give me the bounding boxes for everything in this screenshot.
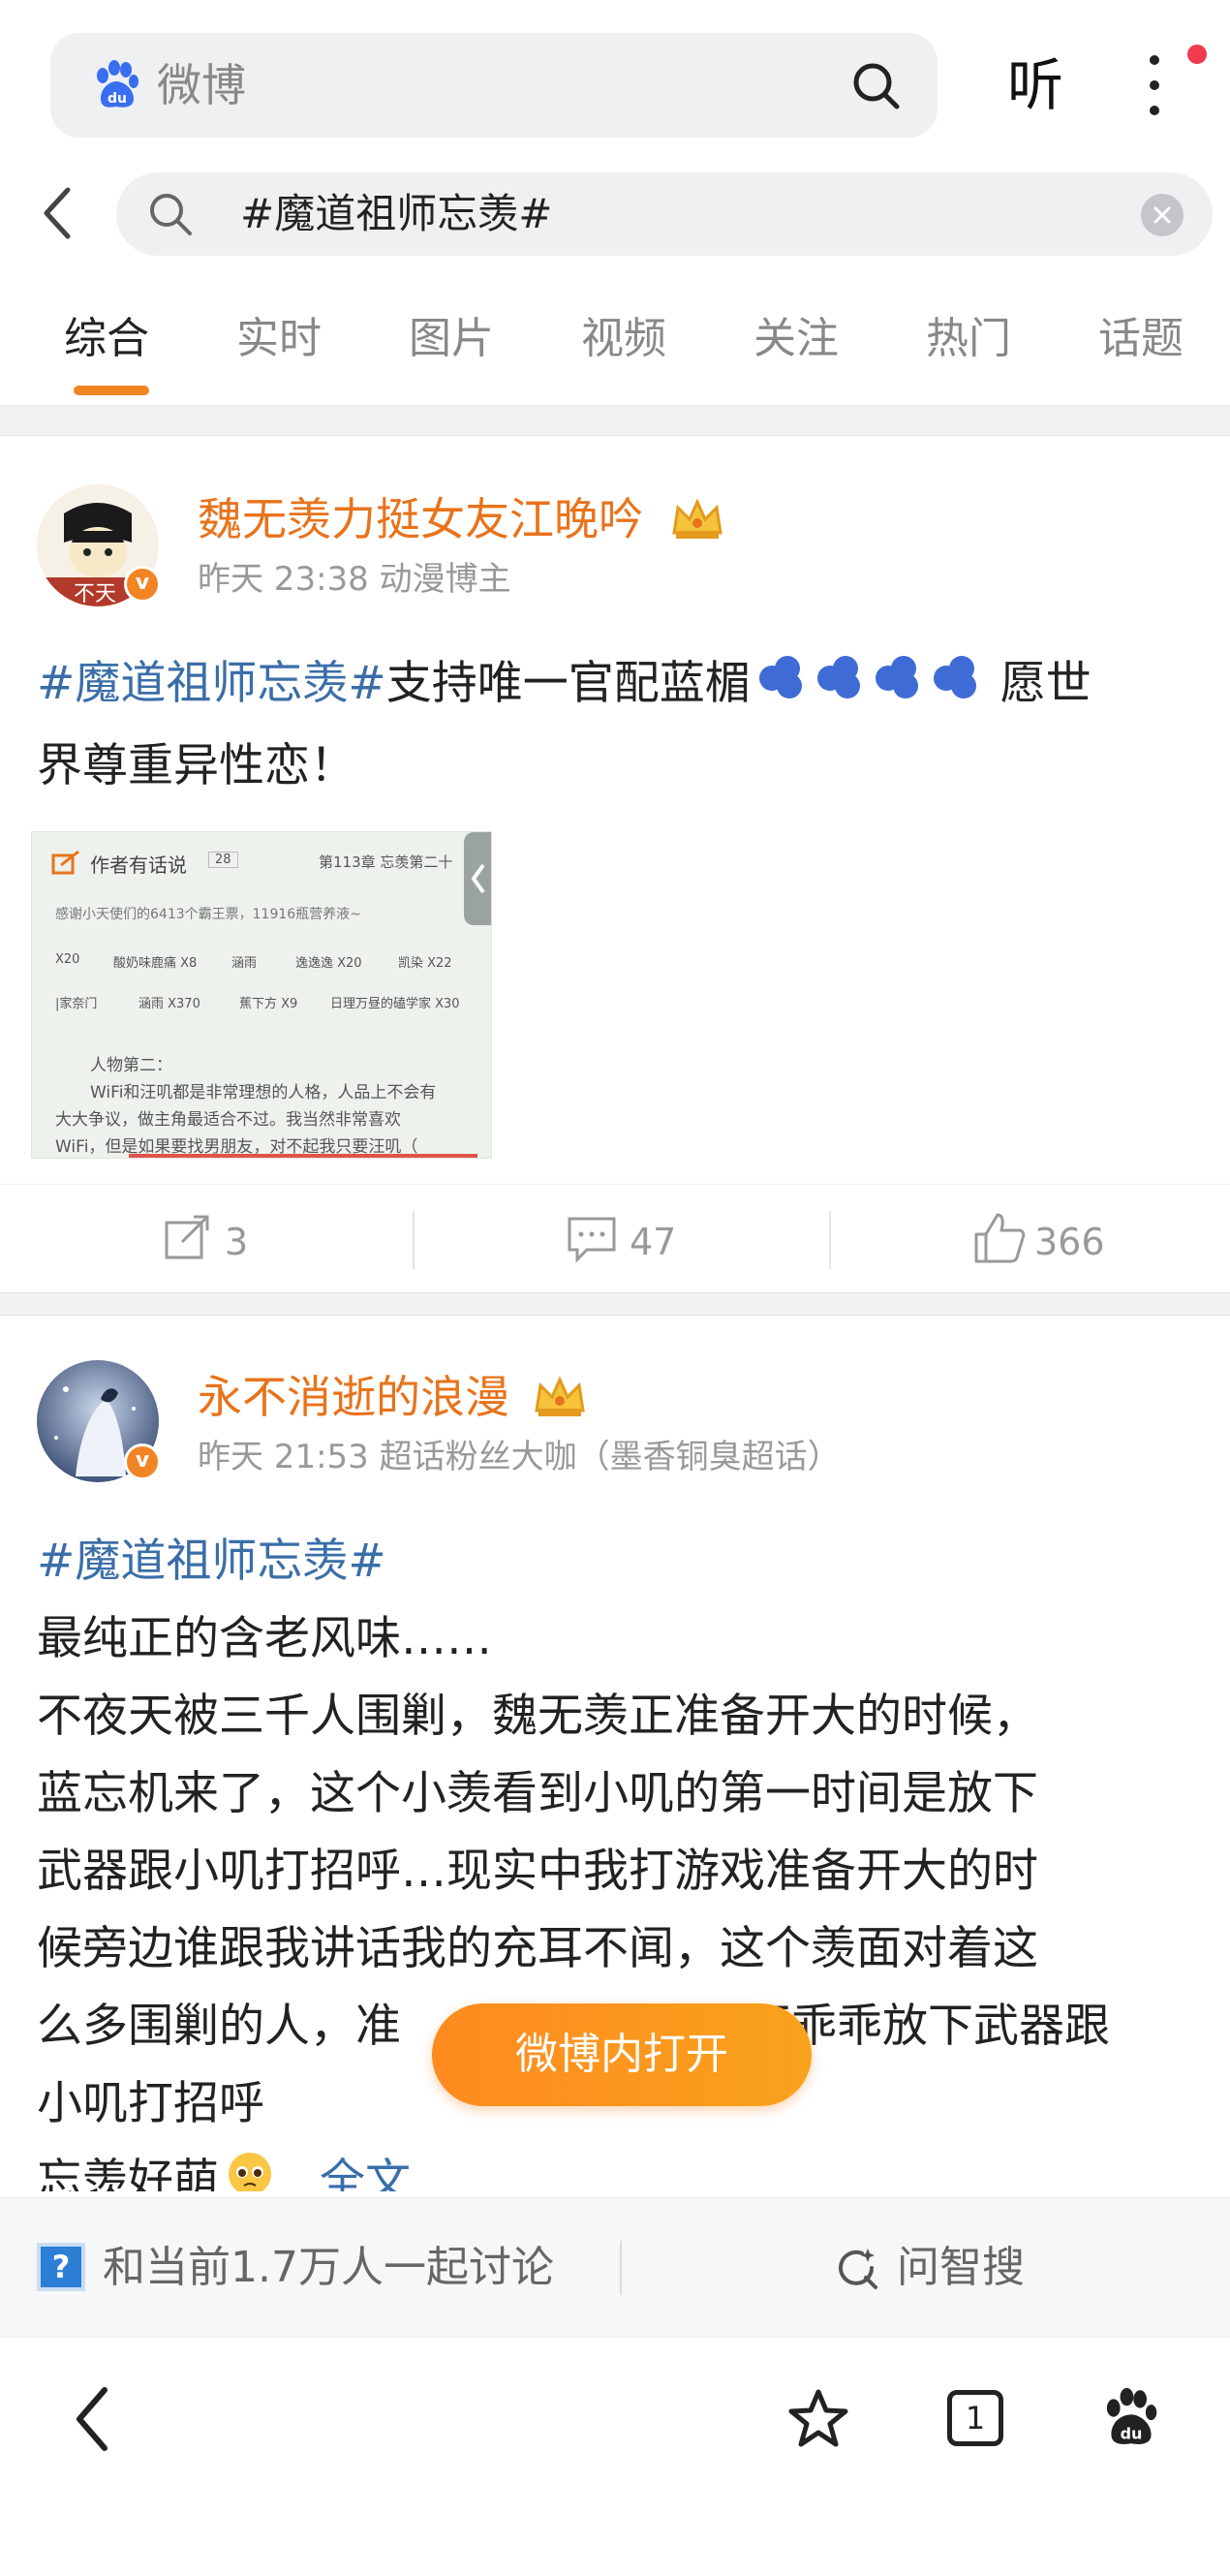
thumb-line1: 感谢小天使们的6413个霸王票，11916瓶营养液~ — [55, 907, 361, 922]
verified-badge-icon: v — [124, 566, 161, 603]
tab-realtime[interactable]: 实时 — [236, 310, 322, 368]
author-note-icon — [51, 850, 79, 875]
post-image-thumbnail[interactable]: 作者有话说 28 第113章 忘羡第二十 感谢小天使们的6413个霸王票，119… — [31, 831, 492, 1159]
full-text-link[interactable]: 全文 — [320, 2155, 411, 2191]
post-author-tag: 超话粉丝大咖（墨香铜臭超话） — [379, 1438, 841, 1476]
post-username[interactable]: 魏无羡力挺女友江晚吟 — [198, 490, 643, 548]
post-meta: 昨天 21:53 超话粉丝大咖（墨香铜臭超话） — [198, 1434, 841, 1480]
thumb-p3: 大大争议，做主角最适合不过。我当然非常喜欢 — [55, 1110, 401, 1130]
notification-dot — [1187, 45, 1207, 64]
blueberry-emoji-icons — [754, 645, 997, 728]
thumb-side-tab — [464, 832, 491, 925]
thumb-header: 作者有话说 — [90, 853, 187, 877]
action-bar-divider — [0, 1184, 1230, 1185]
topic-search-input[interactable]: #魔道祖师忘羡# — [116, 172, 1213, 256]
post-time: 昨天 23:38 — [198, 560, 369, 599]
svg-text:du: du — [108, 91, 127, 107]
post-body-line: 最纯正的含老风味…… — [37, 1612, 492, 1665]
tab-comprehensive[interactable]: 综合 — [64, 310, 149, 368]
bookmark-star-icon[interactable] — [786, 2388, 850, 2450]
thumb-row1-4: 凯染 X22 — [398, 956, 452, 971]
clear-search-button[interactable] — [1141, 194, 1184, 236]
smart-search-icon[interactable] — [833, 2245, 879, 2291]
search-icon[interactable] — [848, 58, 903, 112]
like-icon[interactable] — [972, 1211, 1027, 1265]
browser-search-placeholder: 微博 — [157, 59, 246, 111]
thumb-p1: 人物第二： — [90, 1056, 172, 1075]
post-body-line2: 界尊重异性恋！ — [37, 739, 355, 792]
post-body-line: 么多围剿的人，准 — [37, 2000, 401, 2053]
post-body-last-line: 忘羡好萌 — [37, 2155, 219, 2191]
discussion-bar: ? 和当前1.7万人一起讨论 问智搜 — [0, 2197, 1230, 2337]
back-icon[interactable] — [72, 2384, 114, 2454]
post-body: #魔道祖师忘羡#支持唯一官配蓝楣 愿世 界尊重异性恋！ — [37, 645, 1199, 805]
thumb-row2-1: 涵雨 X370 — [138, 997, 200, 1011]
svg-text:不天: 不天 — [74, 582, 116, 606]
active-tab-indicator — [74, 386, 149, 395]
post-body-line: 蓝忘机来了，这个小羡看到小叽的第一时间是放下 — [37, 1767, 1038, 1820]
tab-count-icon[interactable]: 1 — [947, 2390, 1003, 2446]
post-hashtag[interactable]: #魔道祖师忘羡# — [37, 1535, 386, 1588]
post-meta: 昨天 23:38 动漫博主 — [198, 556, 511, 603]
pleading-emoji-icon — [225, 2146, 275, 2191]
thumb-row1-3: 逸逸逸 X20 — [295, 956, 362, 971]
thumb-chapter: 第113章 忘羡第二十 — [319, 853, 453, 871]
post-body-line1: 支持唯一官配蓝楣 — [385, 657, 751, 710]
comment-count[interactable]: 47 — [630, 1217, 676, 1267]
browser-bottom-nav: 1 du — [0, 2337, 1230, 2576]
section-divider — [0, 405, 1230, 436]
action-separator — [413, 1211, 415, 1269]
chevron-left-icon — [471, 863, 485, 894]
thumb-header-badge: 28 — [208, 852, 238, 868]
browser-search-box[interactable]: du 微博 — [50, 33, 938, 138]
like-count[interactable]: 366 — [1034, 1217, 1105, 1267]
repost-icon[interactable] — [163, 1213, 213, 1263]
thumb-p2: WiFi和汪叽都是非常理想的人格，人品上不会有 — [90, 1083, 437, 1102]
post-body-line: 武器跟小叽打招呼…现实中我打游戏准备开大的时 — [37, 1845, 1038, 1898]
open-in-weibo-button[interactable]: 微博内打开 — [432, 2003, 812, 2106]
thumb-row2-0: |家奈门 — [55, 997, 98, 1011]
back-icon[interactable] — [39, 184, 77, 242]
baidu-paw-icon: du — [97, 60, 138, 108]
search-tabs: 综合 实时 图片 视频 关注 热门 话题 — [0, 291, 1230, 397]
action-separator — [829, 1211, 831, 1269]
ask-smart-search[interactable]: 问智搜 — [897, 2239, 1025, 2297]
tab-following[interactable]: 关注 — [753, 310, 839, 368]
repost-count[interactable]: 3 — [225, 1217, 248, 1267]
post-body-line: 小叽打招呼 — [37, 2077, 264, 2130]
thumb-row2-3: 日理万昼的磕学家 X30 — [330, 997, 460, 1011]
post-username[interactable]: 永不消逝的浪漫 — [198, 1368, 509, 1426]
browser-top-bar: du 微博 听 — [0, 0, 1230, 165]
tab-hot[interactable]: 热门 — [926, 310, 1011, 368]
thumb-row1-1: 酸奶味鹿痛 X8 — [113, 956, 198, 971]
thumb-underline — [129, 1154, 477, 1158]
post-body-line: 候旁边谁跟我讲话我的充耳不闻，这个羡面对着这 — [37, 1922, 1038, 1975]
post-time: 昨天 21:53 — [198, 1438, 369, 1476]
verified-badge-icon: v — [124, 1443, 161, 1480]
tab-images[interactable]: 图片 — [409, 310, 494, 368]
question-icon: ? — [37, 2243, 85, 2291]
post-hashtag[interactable]: #魔道祖师忘羡# — [37, 657, 386, 710]
baidu-home-icon[interactable]: du — [1100, 2388, 1162, 2450]
search-icon — [150, 194, 192, 235]
close-icon — [1153, 206, 1171, 224]
comment-icon[interactable] — [566, 1213, 618, 1263]
post-body-tail: 愿世 — [999, 657, 1092, 710]
listen-button[interactable]: 听 — [1007, 47, 1063, 124]
thumb-row1-2: 涵雨 — [231, 956, 258, 971]
discuss-separator — [620, 2241, 622, 2295]
thumb-row1-0: X20 — [55, 952, 80, 967]
crown-icon — [535, 1376, 585, 1416]
svg-text:du: du — [1121, 2425, 1143, 2443]
post-body-line: 不夜天被三千人围剿，魏无羡正准备开大的时候， — [37, 1690, 1038, 1743]
tab-videos[interactable]: 视频 — [581, 310, 666, 368]
tab-topics[interactable]: 话题 — [1098, 310, 1184, 368]
more-menu-icon[interactable] — [1139, 48, 1170, 122]
discuss-prompt[interactable]: 和当前1.7万人一起讨论 — [103, 2239, 554, 2297]
thumb-row2-2: 蕉下方 X9 — [239, 997, 298, 1011]
post-author-tag: 动漫博主 — [379, 560, 511, 599]
crown-icon — [672, 498, 723, 539]
post-separator — [0, 1292, 1230, 1316]
topic-search-query: #魔道祖师忘羡# — [240, 190, 553, 237]
